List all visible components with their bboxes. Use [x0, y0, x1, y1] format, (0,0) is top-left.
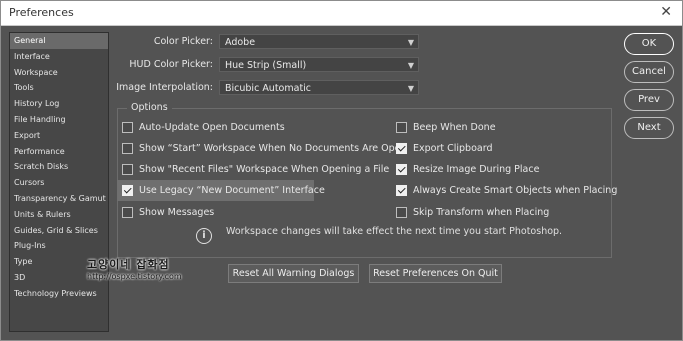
checkbox-checked[interactable] [396, 142, 407, 154]
image-interpolation-value: Bicubic Automatic [225, 83, 312, 94]
sidebar-item-scratch-disks[interactable]: Scratch Disks [10, 159, 108, 175]
option-label: Always Create Smart Objects when Placing [413, 184, 618, 196]
option-skip-transform-when-placing[interactable]: Skip Transform when Placing [396, 203, 556, 221]
checkbox[interactable] [122, 163, 133, 175]
sidebar-item-general[interactable]: General [10, 33, 108, 49]
watermark-text: 고양이네 잡화점 [87, 258, 170, 271]
ok-button[interactable]: OK [624, 33, 674, 55]
next-button[interactable]: Next [624, 117, 674, 139]
checkbox[interactable] [396, 206, 407, 218]
title-bar: Preferences ✕ [1, 1, 682, 26]
sidebar-item-technology-previews[interactable]: Technology Previews [10, 286, 108, 302]
option-use-legacy-new-document[interactable]: Use Legacy “New Document” Interface [117, 180, 325, 201]
hud-color-picker-value: Hue Strip (Small) [225, 60, 307, 71]
option-label: Auto-Update Open Documents [139, 121, 285, 133]
chevron-down-icon: ▼ [407, 38, 414, 47]
option-label: Resize Image During Place [413, 163, 540, 175]
close-icon[interactable]: ✕ [660, 4, 672, 20]
color-picker-value: Adobe [225, 37, 256, 48]
option-export-clipboard[interactable]: Export Clipboard [396, 139, 516, 157]
sidebar-item-transparency-gamut[interactable]: Transparency & Gamut [10, 191, 108, 207]
sidebar-item-export[interactable]: Export [10, 128, 108, 144]
sidebar-item-file-handling[interactable]: File Handling [10, 112, 108, 128]
sidebar-item-units-rulers[interactable]: Units & Rulers [10, 207, 108, 223]
option-always-create-smart-objects[interactable]: Always Create Smart Objects when Placing [396, 181, 617, 199]
color-picker-select[interactable]: Adobe ▼ [219, 34, 419, 49]
image-interpolation-label: Image Interpolation: [116, 82, 213, 93]
option-resize-image-during-place[interactable]: Resize Image During Place [396, 160, 556, 178]
option-show-messages[interactable]: Show Messages [122, 203, 242, 221]
sidebar-item-interface[interactable]: Interface [10, 49, 108, 65]
reset-all-warning-dialogs-button[interactable]: Reset All Warning Dialogs [228, 264, 359, 283]
option-label: Show "Recent Files" Workspace When Openi… [139, 163, 390, 175]
checkbox-checked[interactable] [122, 185, 133, 196]
sidebar-item-guides-grid-slices[interactable]: Guides, Grid & Slices [10, 223, 108, 239]
category-sidebar: General Interface Workspace Tools Histor… [9, 32, 109, 332]
window-title: Preferences [9, 6, 74, 19]
hud-color-picker-label: HUD Color Picker: [129, 59, 213, 70]
option-auto-update-open-documents[interactable]: Auto-Update Open Documents [122, 118, 312, 136]
checkbox-checked[interactable] [396, 184, 407, 196]
sidebar-item-tools[interactable]: Tools [10, 80, 108, 96]
image-interpolation-select[interactable]: Bicubic Automatic ▼ [219, 80, 419, 95]
option-label: Skip Transform when Placing [413, 206, 550, 218]
reset-preferences-on-quit-button[interactable]: Reset Preferences On Quit [369, 264, 502, 283]
option-label: Show “Start” Workspace When No Documents… [139, 142, 407, 154]
option-show-recent-files-workspace[interactable]: Show "Recent Files" Workspace When Openi… [122, 160, 390, 178]
chevron-down-icon: ▼ [407, 84, 414, 93]
option-label: Use Legacy “New Document” Interface [139, 185, 325, 196]
sidebar-item-workspace[interactable]: Workspace [10, 65, 108, 81]
cancel-button[interactable]: Cancel [624, 61, 674, 83]
prev-button[interactable]: Prev [624, 89, 674, 111]
option-beep-when-done[interactable]: Beep When Done [396, 118, 516, 136]
option-label: Beep When Done [413, 121, 496, 133]
checkbox[interactable] [396, 121, 407, 133]
checkbox[interactable] [122, 121, 133, 133]
sidebar-item-performance[interactable]: Performance [10, 144, 108, 160]
sidebar-item-cursors[interactable]: Cursors [10, 175, 108, 191]
info-icon: i [196, 228, 212, 244]
checkbox-checked[interactable] [396, 163, 407, 175]
checkbox[interactable] [122, 142, 133, 154]
sidebar-item-history-log[interactable]: History Log [10, 96, 108, 112]
chevron-down-icon: ▼ [407, 61, 414, 70]
options-legend: Options [127, 102, 172, 113]
checkbox[interactable] [122, 206, 133, 218]
hud-color-picker-select[interactable]: Hue Strip (Small) ▼ [219, 57, 419, 72]
option-show-start-workspace[interactable]: Show “Start” Workspace When No Documents… [122, 139, 407, 157]
sidebar-item-plug-ins[interactable]: Plug-Ins [10, 238, 108, 254]
option-label: Show Messages [139, 206, 215, 218]
info-message: Workspace changes will take effect the n… [226, 226, 563, 237]
preferences-dialog: Preferences ✕ General Interface Workspac… [0, 0, 683, 341]
option-label: Export Clipboard [413, 142, 493, 154]
color-picker-label: Color Picker: [153, 36, 213, 47]
watermark-url: http://ospxe.tistory.com [87, 272, 182, 281]
